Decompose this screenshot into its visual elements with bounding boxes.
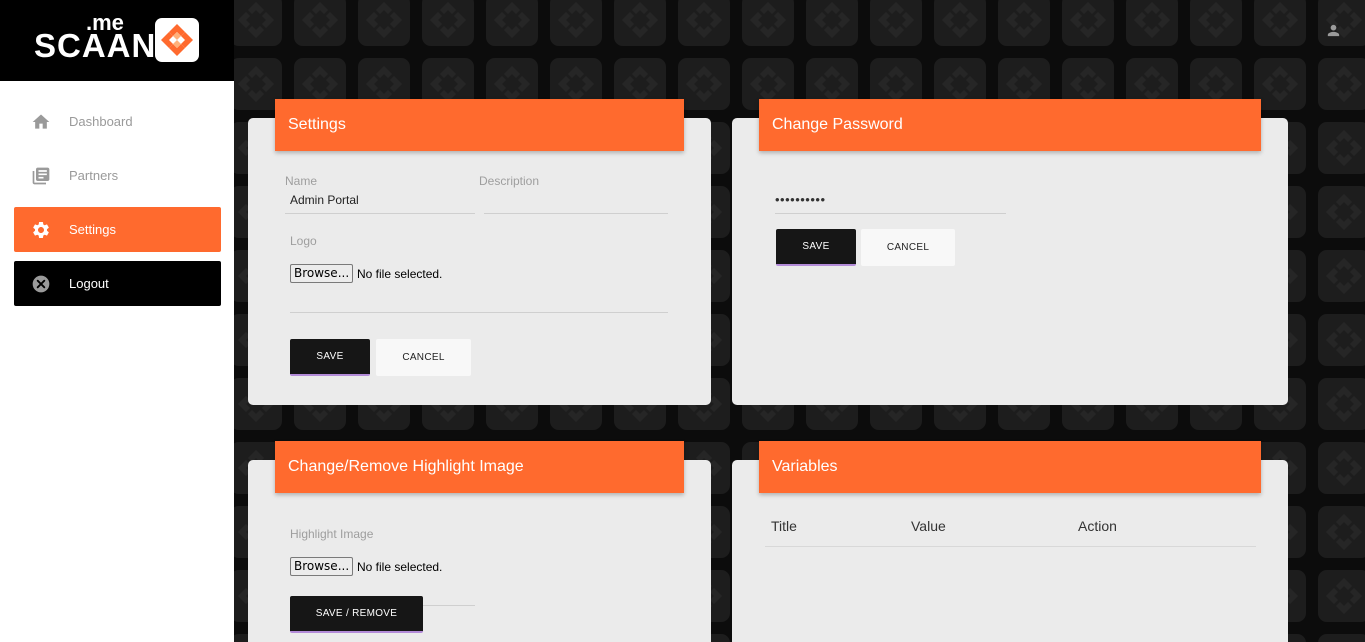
sidebar-item-logout[interactable]: Logout xyxy=(14,261,221,306)
change-password-card-header: Change Password xyxy=(759,99,1261,151)
sidebar-item-partners[interactable]: Partners xyxy=(14,153,221,198)
description-label: Description xyxy=(479,174,540,188)
name-field[interactable]: Admin Portal xyxy=(290,193,359,207)
card-title: Variables xyxy=(772,458,838,475)
column-header-action: Action xyxy=(1078,518,1117,534)
logo-field-underline xyxy=(290,312,668,313)
brand-name: SCAAN xyxy=(34,27,157,64)
sidebar-item-label: Logout xyxy=(69,276,109,291)
description-field-underline xyxy=(484,213,668,214)
library-books-icon xyxy=(31,166,51,186)
settings-cancel-button[interactable]: CANCEL xyxy=(376,339,471,376)
highlight-browse-button[interactable]: Browse... xyxy=(290,557,354,576)
settings-card-header: Settings xyxy=(275,99,684,151)
logo-file-status: No file selected. xyxy=(357,267,443,281)
variables-card-header: Variables xyxy=(759,441,1261,493)
settings-save-button[interactable]: SAVE xyxy=(290,339,370,376)
logo-browse-button[interactable]: Browse... xyxy=(290,264,354,283)
highlight-file-status: No file selected. xyxy=(357,560,443,574)
password-field[interactable]: •••••••••• xyxy=(775,192,826,207)
description-field[interactable] xyxy=(484,193,668,209)
column-header-title: Title xyxy=(771,518,797,534)
card-title: Settings xyxy=(288,116,346,133)
highlight-image-label: Highlight Image xyxy=(290,527,374,541)
save-remove-button[interactable]: SAVE / REMOVE xyxy=(290,596,423,633)
close-circle-icon xyxy=(31,274,51,294)
brand-header: .me SCAAN xyxy=(0,0,234,81)
highlight-image-card-header: Change/Remove Highlight Image xyxy=(275,441,684,493)
sidebar-item-dashboard[interactable]: Dashboard xyxy=(14,99,221,144)
sidebar-item-label: Partners xyxy=(69,168,119,183)
sidebar: .me SCAAN Dashboard Partners Settings Lo… xyxy=(0,0,234,642)
sidebar-item-settings[interactable]: Settings xyxy=(14,207,221,252)
name-label: Name xyxy=(285,174,318,188)
scaan-logo-icon xyxy=(155,18,199,62)
password-cancel-button[interactable]: CANCEL xyxy=(861,229,955,266)
card-title: Change/Remove Highlight Image xyxy=(288,458,524,475)
logo-label: Logo xyxy=(290,234,317,248)
password-save-button[interactable]: SAVE xyxy=(776,229,856,266)
sidebar-item-label: Settings xyxy=(69,222,116,237)
card-title: Change Password xyxy=(772,116,903,133)
name-field-underline xyxy=(285,213,475,214)
column-header-value: Value xyxy=(911,518,946,534)
home-icon xyxy=(31,112,51,132)
gear-icon xyxy=(31,220,51,240)
sidebar-item-label: Dashboard xyxy=(69,114,133,129)
password-field-underline xyxy=(775,213,1006,214)
user-icon[interactable] xyxy=(1325,22,1342,39)
table-header-divider xyxy=(765,546,1256,547)
